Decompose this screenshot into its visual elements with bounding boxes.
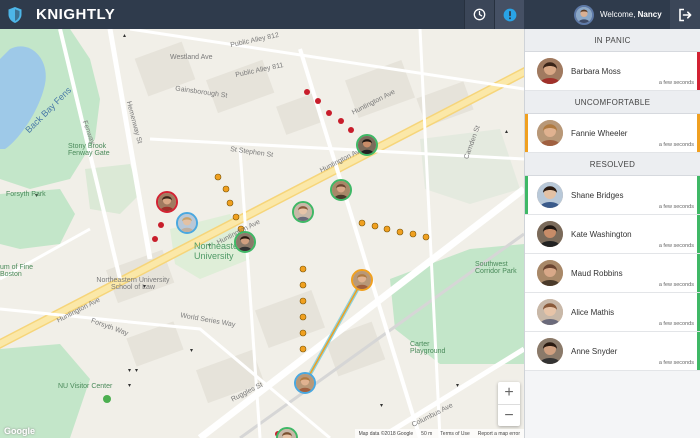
person-time: a few seconds xyxy=(658,142,694,148)
map-base xyxy=(0,29,524,438)
avatar xyxy=(537,299,563,325)
avatar xyxy=(537,260,563,286)
section-header-uncomfortable: UNCOMFORTABLE xyxy=(525,91,700,114)
status-indicator xyxy=(525,114,528,152)
history-button[interactable] xyxy=(464,0,494,29)
map-label-carter: Carter Playground xyxy=(410,341,446,355)
alerts-button[interactable] xyxy=(494,0,524,29)
map-label-sw-corridor: Southwest Corridor Park xyxy=(475,261,517,275)
avatar xyxy=(537,182,563,208)
attrib-report-link[interactable]: Report a map error xyxy=(478,431,520,437)
section-header-in-panic: IN PANIC xyxy=(525,29,700,52)
person-name: Fannie Wheeler xyxy=(571,128,628,138)
attrib-scale: 50 m xyxy=(421,430,433,437)
logout-button[interactable] xyxy=(670,0,700,29)
list-item[interactable]: Shane Bridges a few seconds xyxy=(525,176,700,215)
map-label-stony-brook: Stony Brook Fenway Gate xyxy=(68,143,110,157)
logout-icon xyxy=(679,8,692,21)
attrib-terms-link[interactable]: Terms of Use xyxy=(440,431,469,437)
map-label-forsyth-park: Forsyth Park xyxy=(6,191,46,198)
map-pin-barbara-moss[interactable] xyxy=(156,191,178,213)
person-name: Anne Snyder xyxy=(571,346,618,356)
section-header-resolved: RESOLVED xyxy=(525,153,700,176)
person-time: a few seconds xyxy=(658,282,694,288)
person-time: a few seconds xyxy=(658,321,694,327)
person-name: Kate Washington xyxy=(571,229,632,239)
zoom-in-button[interactable]: + xyxy=(498,382,520,404)
google-logo: Google xyxy=(4,426,35,436)
user-area: Welcome, Nancy xyxy=(524,0,700,29)
person-time: a few seconds xyxy=(658,80,694,86)
map-attribution: Map data ©2018 Google 50 m Terms of Use … xyxy=(354,429,524,438)
avatar xyxy=(537,120,563,146)
app-title: KNIGHTLY xyxy=(36,6,116,23)
map-pin-fannie-wheeler[interactable] xyxy=(351,269,373,291)
attrib-data: Map data ©2018 Google xyxy=(358,430,414,437)
list-item[interactable]: Maud Robbins a few seconds xyxy=(525,254,700,293)
clock-icon xyxy=(473,8,486,21)
map-pin-shane-bridges[interactable] xyxy=(176,212,198,234)
map-label-northeastern-law: Northeastern University School of Law xyxy=(96,277,170,291)
top-bar: KNIGHTLY Welcome, Nancy xyxy=(0,0,700,29)
list-item[interactable]: Fannie Wheeler a few seconds xyxy=(525,114,700,153)
map-label-museum: um of Fine Boston xyxy=(0,264,34,278)
person-name: Barbara Moss xyxy=(571,66,621,76)
shield-logo-icon xyxy=(0,0,30,29)
map-pin-active-user[interactable] xyxy=(294,372,316,394)
map-pin-kate-washington[interactable] xyxy=(356,134,378,156)
avatar[interactable] xyxy=(574,4,594,25)
status-indicator xyxy=(525,176,528,214)
zoom-out-button[interactable]: − xyxy=(498,404,520,426)
avatar xyxy=(537,58,563,84)
map-label-westland: Westland Ave xyxy=(170,54,213,61)
avatar xyxy=(537,338,563,364)
status-panel: IN PANIC Barbara Moss a few seconds UNCO… xyxy=(524,29,700,438)
map-pin-resolved-user[interactable] xyxy=(276,427,298,438)
person-time: a few seconds xyxy=(658,204,694,210)
person-time: a few seconds xyxy=(658,243,694,249)
welcome-text: Welcome, Nancy xyxy=(600,10,662,19)
person-name: Alice Mathis xyxy=(571,307,615,317)
person-name: Shane Bridges xyxy=(571,190,624,200)
map-label-nu-visitor: NU Visitor Center xyxy=(58,383,113,390)
map-pin-anne-snyder[interactable] xyxy=(234,231,256,253)
list-item[interactable]: Kate Washington a few seconds xyxy=(525,215,700,254)
map-view[interactable]: Back Bay Fens Fenway Hemenway St Stony B… xyxy=(0,29,524,438)
list-item[interactable]: Alice Mathis a few seconds xyxy=(525,293,700,332)
person-name: Maud Robbins xyxy=(571,268,623,278)
avatar xyxy=(537,221,563,247)
map-pin-alice-mathis[interactable] xyxy=(292,201,314,223)
list-item[interactable]: Barbara Moss a few seconds xyxy=(525,52,700,91)
map-pin-maud-robbins[interactable] xyxy=(330,179,352,201)
user-name: Nancy xyxy=(637,10,662,19)
list-item[interactable]: Anne Snyder a few seconds xyxy=(525,332,700,371)
zoom-control: + − xyxy=(498,382,520,426)
exclamation-icon xyxy=(503,8,516,21)
person-time: a few seconds xyxy=(658,360,694,366)
